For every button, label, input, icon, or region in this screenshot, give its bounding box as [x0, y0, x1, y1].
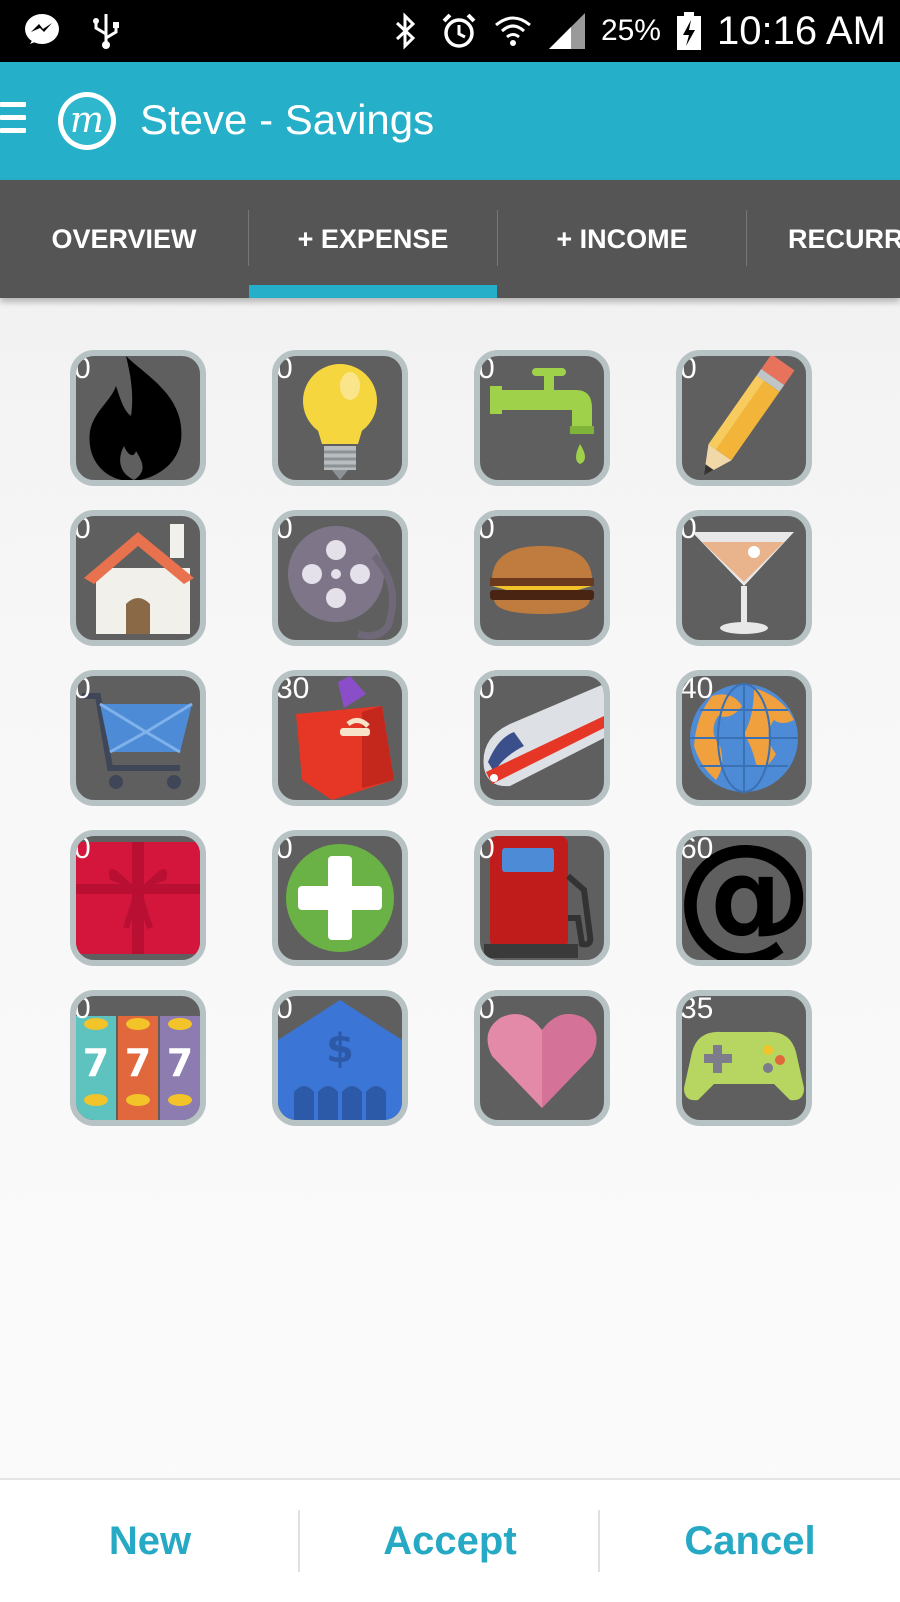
category-count: 0: [478, 992, 495, 1025]
cancel-button[interactable]: Cancel: [600, 1480, 900, 1602]
category-tile-food[interactable]: 0: [474, 510, 610, 646]
category-count: 0: [478, 832, 495, 865]
lightbulb-icon: [303, 364, 377, 480]
messenger-icon: [25, 14, 59, 44]
category-tile-housing[interactable]: 0: [70, 510, 206, 646]
category-tile-drinks[interactable]: 0: [676, 510, 812, 646]
category-tile-electricity[interactable]: 0: [272, 350, 408, 486]
category-count: 0: [478, 352, 495, 385]
category-count: 0: [276, 992, 293, 1025]
category-count: 0: [478, 512, 495, 545]
category-count: 0: [74, 512, 91, 545]
category-tile-fuel[interactable]: 0: [474, 830, 610, 966]
category-tile-travel[interactable]: 40: [676, 670, 812, 806]
battery-percent: 25%: [600, 14, 661, 47]
water-faucet-icon: [490, 368, 594, 464]
heart-icon: [487, 1014, 597, 1108]
signal-icon: [548, 13, 585, 49]
cocktail-icon: [692, 532, 794, 634]
logo-letter: m: [63, 97, 111, 145]
category-count: 60: [680, 832, 714, 865]
category-tile-gifts[interactable]: 0: [70, 830, 206, 966]
clock: 10:16 AM: [716, 8, 886, 53]
selected-tab-indicator: [249, 285, 497, 298]
category-count: 35: [680, 992, 714, 1025]
category-tile-bank[interactable]: 0 $: [272, 990, 408, 1126]
battery-charging-icon: [676, 12, 701, 50]
bluetooth-icon: [395, 12, 416, 50]
tab-overview[interactable]: OVERVIEW: [0, 180, 248, 298]
page-title: Steve - Savings: [140, 96, 435, 143]
gas-pump-icon: [484, 836, 594, 958]
category-count: 40: [680, 672, 714, 705]
train-icon: [483, 684, 604, 787]
svg-text:7: 7: [125, 1041, 151, 1085]
category-tile-shopping[interactable]: 30: [272, 670, 408, 806]
category-tile-education[interactable]: 0: [676, 350, 812, 486]
fire-icon: [89, 356, 182, 480]
accept-button[interactable]: Accept: [300, 1480, 600, 1602]
film-reel-icon: [288, 526, 397, 640]
category-count: 0: [74, 672, 91, 705]
shopping-cart-icon: [82, 693, 193, 789]
tab-divider: [746, 210, 747, 266]
tab-expense[interactable]: + EXPENSE: [249, 180, 497, 298]
category-tile-fire[interactable]: 0: [70, 350, 206, 486]
category-tile-entertainment[interactable]: 0: [272, 510, 408, 646]
category-count: 0: [680, 512, 697, 545]
category-count: 0: [74, 992, 91, 1025]
svg-text:$: $: [326, 1026, 354, 1072]
house-icon: [84, 524, 194, 634]
category-tile-water[interactable]: 0: [474, 350, 610, 486]
category-tile-groceries[interactable]: 0: [70, 670, 206, 806]
hamburger-menu-icon[interactable]: [0, 102, 26, 138]
svg-text:7: 7: [167, 1041, 193, 1085]
app-bar: m Steve - Savings: [0, 62, 900, 180]
app-logo[interactable]: m: [58, 92, 116, 150]
category-tile-internet[interactable]: 60 @: [676, 830, 812, 966]
category-count: 0: [680, 352, 697, 385]
category-tile-charity[interactable]: 0: [474, 990, 610, 1126]
category-count: 0: [276, 512, 293, 545]
category-count: 30: [276, 672, 310, 705]
category-count: 0: [74, 352, 91, 385]
tab-bar: OVERVIEW + EXPENSE + INCOME RECURR: [0, 180, 900, 298]
category-tile-games[interactable]: 35: [676, 990, 812, 1126]
tab-income[interactable]: + INCOME: [498, 180, 746, 298]
category-count: 0: [478, 672, 495, 705]
category-tile-gambling[interactable]: 0 7 7 7: [70, 990, 206, 1126]
bottom-action-bar: New Accept Cancel: [0, 1478, 900, 1602]
tab-recurring[interactable]: RECURR: [748, 180, 900, 298]
slot-machine-icon: 7 7 7: [76, 1016, 200, 1120]
new-button[interactable]: New: [0, 1480, 300, 1602]
gift-icon: [76, 842, 200, 954]
svg-text:7: 7: [83, 1041, 109, 1085]
category-count: 0: [276, 352, 293, 385]
usb-icon: [93, 14, 119, 49]
burger-icon: [490, 546, 594, 614]
bank-icon: $: [278, 1000, 402, 1120]
category-tile-health[interactable]: 0: [272, 830, 408, 966]
medical-plus-icon: [286, 844, 394, 952]
category-count: 0: [276, 832, 293, 865]
wifi-icon: [494, 16, 531, 46]
category-count: 0: [74, 832, 91, 865]
status-bar: 25% 10:16 AM: [0, 0, 900, 62]
alarm-clock-icon: [442, 13, 476, 48]
pencil-icon: [703, 356, 795, 476]
category-tile-transport[interactable]: 0: [474, 670, 610, 806]
